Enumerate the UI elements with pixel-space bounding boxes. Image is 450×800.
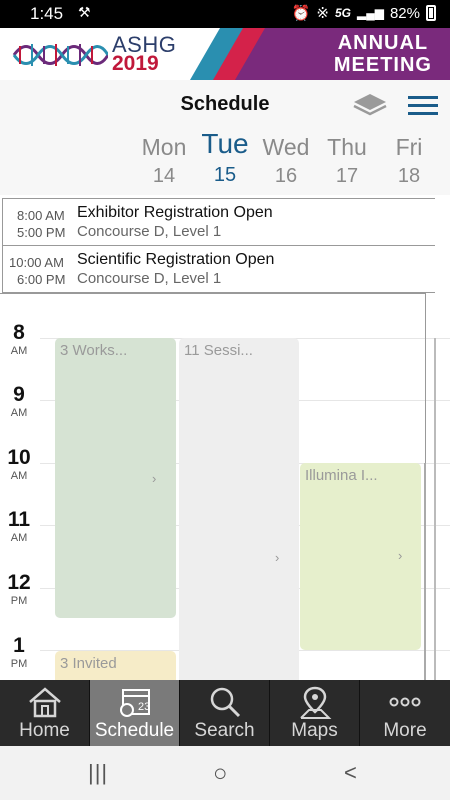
tab-label: More — [383, 720, 427, 741]
tab-schedule[interactable]: 23 Schedule — [90, 680, 180, 746]
hour-label: 1 PM — [10, 634, 28, 670]
session-block-illumina[interactable]: Illumina I... › — [300, 463, 421, 650]
status-bar: 1:45 ⚒ ⏰ ※ 5G ▂▄▆ 82% — [0, 0, 450, 28]
event-title: Exhibitor Registration Open — [77, 204, 273, 221]
tab-maps[interactable]: Maps — [270, 680, 360, 746]
back-button[interactable]: < — [344, 760, 357, 786]
event-title: Scientific Registration Open — [77, 251, 275, 268]
search-icon — [210, 687, 240, 718]
all-day-event[interactable]: 10:00 AM 6:00 PM Scientific Registration… — [2, 245, 435, 293]
bluetooth-icon: ※ — [316, 5, 329, 22]
event-end-time: 6:00 PM — [17, 272, 66, 287]
tab-home[interactable]: Home — [0, 680, 90, 746]
day-thu[interactable]: Thu 17 — [317, 134, 377, 188]
event-start-time: 10:00 AM — [9, 255, 64, 270]
network-type: 5G — [334, 6, 351, 20]
day-wed[interactable]: Wed 16 — [256, 134, 316, 188]
day-selector: Mon 14 Tue 15 Wed 16 Thu 17 Fri 18 — [0, 128, 450, 194]
brand-year: 2019 — [112, 52, 159, 75]
event-end-time: 5:00 PM — [17, 225, 66, 240]
home-button[interactable]: ○ — [213, 760, 228, 788]
tab-label: Maps — [291, 720, 338, 741]
hour-label: 8 AM — [10, 321, 28, 357]
recent-apps-button[interactable]: ||| — [88, 760, 108, 786]
layers-icon[interactable] — [352, 92, 388, 118]
annual-meeting-label: ANNUAL MEETING — [334, 32, 432, 76]
session-block-workshops[interactable]: 3 Works... › — [55, 338, 176, 618]
hour-label: 11 AM — [7, 508, 31, 544]
tab-search[interactable]: Search — [180, 680, 270, 746]
hamburger-menu-icon[interactable] — [408, 96, 438, 120]
session-block-invited[interactable]: 3 Invited — [55, 651, 176, 680]
svg-text:23: 23 — [138, 701, 150, 713]
all-day-event[interactable]: 8:00 AM 5:00 PM Exhibitor Registration O… — [2, 198, 435, 246]
event-location: Concourse D, Level 1 — [77, 223, 222, 240]
status-time: 1:45 — [30, 4, 64, 23]
signal-icon: ▂▄▆ — [357, 6, 384, 20]
event-location: Concourse D, Level 1 — [77, 270, 222, 287]
tab-label: Home — [19, 720, 70, 741]
schedule-header: Schedule Mon 14 Tue 15 Wed 16 Thu 17 Fri… — [0, 80, 450, 195]
battery-percent: 82% — [389, 4, 420, 22]
tab-label: Schedule — [94, 720, 175, 741]
alarm-icon: ⏰ — [291, 5, 311, 22]
chevron-right-icon: › — [152, 471, 157, 486]
calendar-icon: 23 — [119, 689, 150, 717]
hour-label: 12 PM — [7, 571, 31, 607]
day-mon[interactable]: Mon 14 — [134, 134, 194, 188]
chevron-right-icon: › — [275, 550, 280, 565]
session-block-sessions[interactable]: 11 Sessi... › — [179, 338, 299, 680]
scrollbar[interactable] — [434, 338, 436, 680]
bottom-tab-bar: Home 23 Schedule Search Maps More — [0, 680, 450, 746]
chevron-right-icon: › — [398, 548, 403, 563]
home-icon — [28, 687, 61, 718]
map-pin-icon — [299, 686, 331, 719]
hour-label: 10 AM — [7, 446, 31, 482]
battery-icon — [426, 5, 436, 21]
notification-icon: ⚒ — [78, 4, 91, 20]
annual-line-1: ANNUAL — [337, 32, 429, 54]
hour-label: 9 AM — [10, 383, 28, 419]
status-icons: ⏰ ※ 5G ▂▄▆ 82% — [292, 4, 436, 22]
annual-line-2: MEETING — [333, 54, 432, 76]
day-tue[interactable]: Tue 15 — [195, 128, 255, 187]
grid-top-border — [0, 293, 426, 294]
event-banner: ASHG 2019 ANNUAL MEETING — [0, 28, 450, 80]
system-nav-bar: ||| ○ < — [0, 746, 450, 800]
event-start-time: 8:00 AM — [17, 208, 65, 223]
scrollbar-inner — [424, 463, 426, 680]
dna-helix-logo — [12, 44, 108, 66]
day-fri[interactable]: Fri 18 — [379, 134, 439, 188]
tab-more[interactable]: More — [360, 680, 450, 746]
more-dots-icon — [389, 697, 421, 707]
tab-label: Search — [194, 720, 255, 741]
time-grid[interactable]: 8 AM 9 AM 10 AM 11 AM 12 PM 1 PM 3 Works... › … — [0, 293, 450, 680]
